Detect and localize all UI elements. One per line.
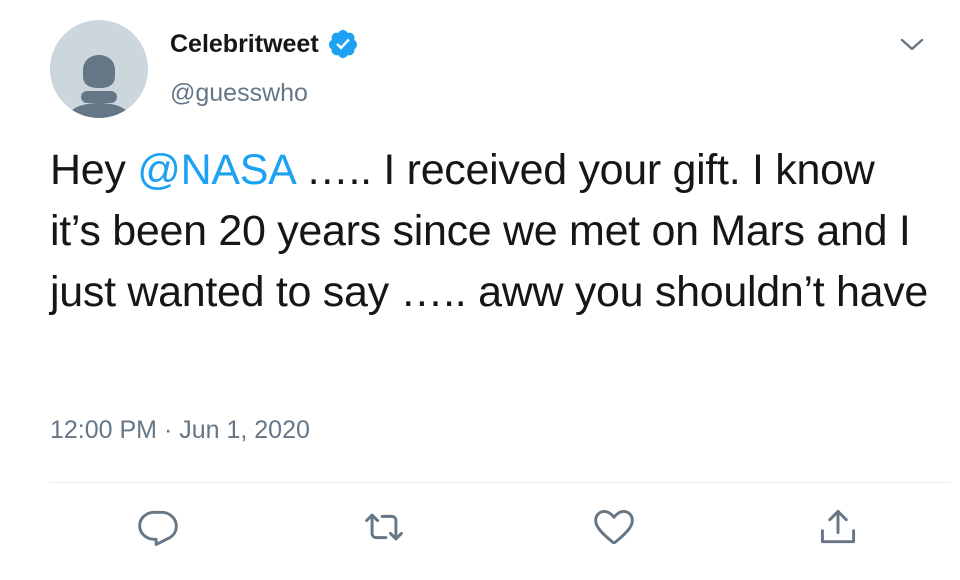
like-icon: [594, 509, 634, 545]
avatar[interactable]: [50, 20, 148, 118]
divider: [50, 482, 950, 483]
tweet-text: Hey @NASA ….. I received your gift. I kn…: [50, 140, 930, 323]
verified-badge-icon: [327, 28, 359, 60]
default-profile-icon: [50, 20, 148, 118]
meta-separator: ·: [157, 416, 180, 444]
tweet-time: 12:00 PM: [50, 416, 158, 444]
share-icon: [820, 509, 856, 544]
author-handle[interactable]: @guesswho: [170, 78, 308, 108]
reply-button[interactable]: [136, 505, 180, 549]
mention-link[interactable]: @NASA: [137, 146, 294, 194]
author-name-row: Celebritweet: [170, 28, 359, 60]
share-button[interactable]: [816, 505, 860, 549]
retweet-icon: [365, 513, 403, 541]
tweet-date: Jun 1, 2020: [179, 416, 310, 444]
retweet-button[interactable]: [362, 505, 406, 549]
tweet-timestamp[interactable]: 12:00 PM · Jun 1, 2020: [50, 414, 310, 446]
tweet-text-prefix: Hey: [50, 146, 138, 194]
like-button[interactable]: [592, 505, 636, 549]
author-display-name[interactable]: Celebritweet: [170, 29, 319, 59]
tweet-menu-button[interactable]: [895, 30, 929, 60]
reply-icon: [138, 510, 178, 546]
chevron-down-icon: [900, 38, 924, 51]
